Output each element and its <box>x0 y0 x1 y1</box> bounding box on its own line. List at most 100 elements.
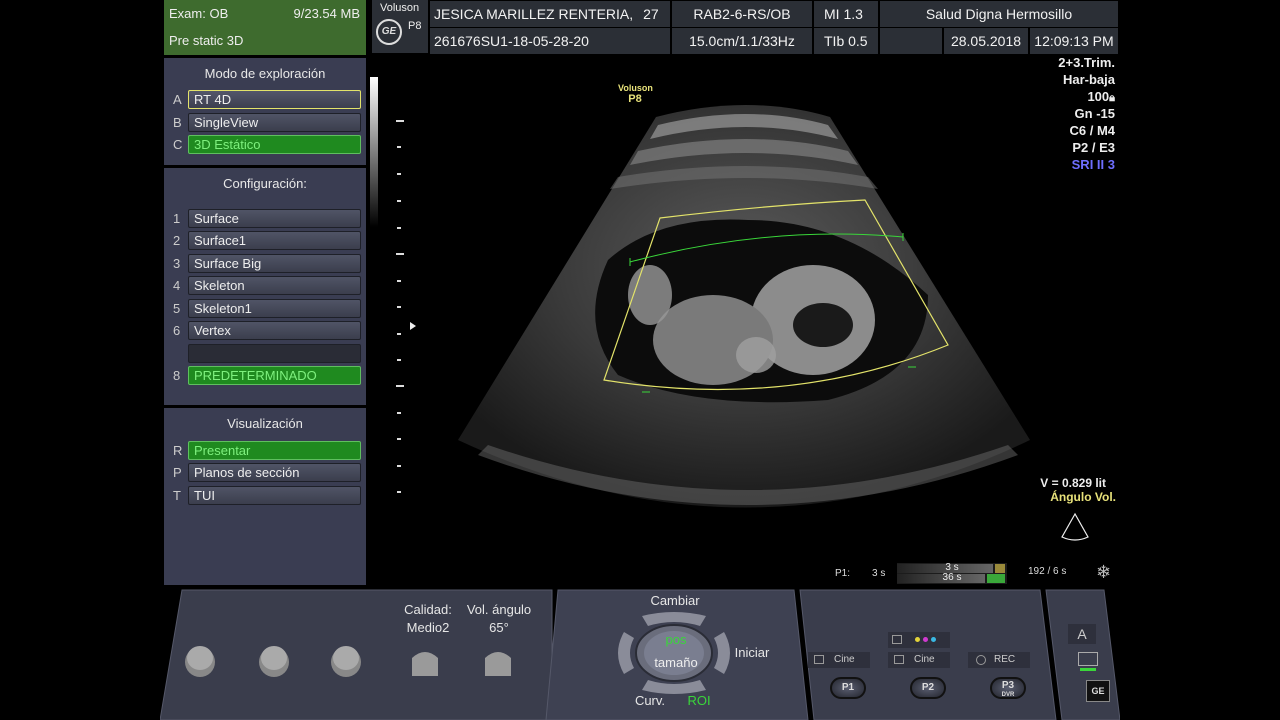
scan-mode-singleview[interactable]: B SingleView <box>164 113 366 133</box>
visualization-panel: Visualización R Presentar P Planos de se… <box>164 408 366 585</box>
ge-key-icon[interactable]: GE <box>1086 680 1110 702</box>
scan-mode-panel: Modo de exploración A RT 4D B SingleView… <box>164 58 366 165</box>
quality-value: Medio2 <box>406 620 450 635</box>
knob-1-icon <box>185 646 215 677</box>
c-m-param: C6 / M4 <box>1069 123 1115 138</box>
key-label: T <box>173 488 181 503</box>
key-label: 3 <box>173 256 181 271</box>
size-label: tamaño <box>654 655 698 670</box>
curv-label: Curv. <box>634 693 666 708</box>
scan-mode-static3d[interactable]: C 3D Estático <box>164 135 366 155</box>
scan-mode-title: Modo de exploración <box>204 66 326 81</box>
record-icon <box>976 655 986 665</box>
knob-vol-angle-icon <box>485 652 511 676</box>
start-label: Iniciar <box>734 645 770 660</box>
brand-name: Voluson <box>380 2 420 14</box>
key-label: 6 <box>173 323 181 338</box>
volume-angle-label: Ángulo Vol. <box>1050 490 1116 504</box>
config-item[interactable]: 4 Skeleton <box>164 276 366 296</box>
visualization-item[interactable]: T TUI <box>164 486 366 506</box>
image-brand: Voluson P8 <box>618 83 653 105</box>
exam-date: 28.05.2018 <box>944 28 1028 54</box>
p2-button[interactable]: P2 <box>910 677 946 699</box>
color-dots <box>888 632 950 648</box>
power-param: 100🔒︎ <box>1087 89 1115 105</box>
ge-logo-icon: GE <box>376 19 402 45</box>
knob-quality-icon <box>412 652 438 676</box>
config-item-empty <box>164 344 366 364</box>
quality-label: Calidad: <box>404 602 452 617</box>
monitor-icon[interactable] <box>1078 652 1098 666</box>
cine-bar[interactable]: 3 s 36 s <box>897 562 1007 584</box>
patient-age: 27 <box>643 6 659 22</box>
visualization-item[interactable]: P Planos de sección <box>164 463 366 483</box>
singleview-button[interactable]: SingleView <box>188 113 361 132</box>
surface-button[interactable]: Surface <box>188 209 361 228</box>
p-e-param: P2 / E3 <box>1072 140 1115 155</box>
section-planes-button[interactable]: Planos de sección <box>188 463 361 482</box>
skeleton-button[interactable]: Skeleton <box>188 276 361 295</box>
cine-frames-total: 6 s <box>1053 566 1067 577</box>
vol-angle-label: Vol. ángulo <box>466 602 532 617</box>
trimester-param: 2+3.Trim. <box>1058 55 1115 70</box>
exam-time: 12:09:13 PM <box>1030 28 1118 54</box>
surface-big-button[interactable]: Surface Big <box>188 254 361 273</box>
visualization-title: Visualización <box>227 416 303 431</box>
key-label: 5 <box>173 301 181 316</box>
scan-mode-rt4d[interactable]: A RT 4D <box>164 90 366 110</box>
config-item[interactable]: 6 Vertex <box>164 321 366 341</box>
vertex-button[interactable]: Vertex <box>188 321 361 340</box>
brand-model: P8 <box>408 20 422 32</box>
skeleton1-button[interactable]: Skeleton1 <box>188 299 361 318</box>
config-item[interactable]: 5 Skeleton1 <box>164 299 366 319</box>
ultrasound-view[interactable] <box>368 55 1120 585</box>
patient-id: 261676SU1-18-05-28-20 <box>430 28 670 54</box>
config-item[interactable]: 1 Surface <box>164 209 366 229</box>
config-item[interactable]: 3 Surface Big <box>164 254 366 274</box>
knob-2-icon <box>259 646 289 677</box>
save-icon <box>894 655 904 664</box>
static3d-button[interactable]: 3D Estático <box>188 135 361 154</box>
patient-name-cell: JESICA MARILLEZ RENTERIA, 27 <box>430 1 670 27</box>
default-button[interactable]: PREDETERMINADO <box>188 366 361 385</box>
config-item[interactable]: 2 Surface1 <box>164 231 366 251</box>
a-key-button[interactable]: A <box>1068 624 1096 644</box>
knob-row[interactable] <box>180 640 520 680</box>
exam-info-box: Exam: OB 9/23.54 MB Pre static 3D <box>164 0 366 55</box>
key-label: B <box>173 115 182 130</box>
network-icon <box>1080 668 1096 671</box>
visualization-item[interactable]: R Presentar <box>164 441 366 461</box>
cine-frames-count: 192 <box>1028 566 1045 577</box>
pos-label: pos <box>665 632 687 647</box>
lock-icon: 🔒︎ <box>1109 92 1115 104</box>
header-spacer <box>880 28 942 54</box>
grayscale-bar <box>370 77 378 227</box>
freeze-snowflake-icon[interactable]: ❄︎ <box>1096 562 1111 583</box>
roi-label: ROI <box>687 693 711 708</box>
surface1-button[interactable]: Surface1 <box>188 231 361 250</box>
p1-button[interactable]: P1 <box>830 677 866 699</box>
probe: RAB2-6-RS/OB <box>672 1 812 27</box>
key-label: 2 <box>173 233 181 248</box>
rec-slot: REC <box>968 652 1030 668</box>
rt4d-button[interactable]: RT 4D <box>188 90 361 109</box>
p3-button[interactable]: P3 DVR <box>990 677 1026 699</box>
config-item[interactable]: 8 PREDETERMINADO <box>164 366 366 386</box>
printer-icon <box>892 635 902 644</box>
volume-readout: V = 0.829 lit <box>1040 476 1106 490</box>
configuration-panel: Configuración: 1 Surface 2 Surface1 3 Su… <box>164 168 366 405</box>
memory-usage: 9/23.54 MB <box>293 6 361 21</box>
key-label: P <box>173 465 182 480</box>
image-brand-name: Voluson <box>618 83 653 93</box>
trackball[interactable] <box>612 610 736 696</box>
key-label: 8 <box>173 368 181 383</box>
cine-time: 3 s <box>872 568 886 579</box>
gain-param: Gn -15 <box>1074 106 1115 121</box>
patient-name: JESICA MARILLEZ RENTERIA, <box>434 6 634 22</box>
exam-label: Exam: OB <box>169 6 229 21</box>
volume-angle-icon <box>1061 512 1089 541</box>
configuration-title: Configuración: <box>223 176 307 191</box>
institution: Salud Digna Hermosillo <box>880 1 1118 27</box>
tui-button[interactable]: TUI <box>188 486 361 505</box>
render-button[interactable]: Presentar <box>188 441 361 460</box>
